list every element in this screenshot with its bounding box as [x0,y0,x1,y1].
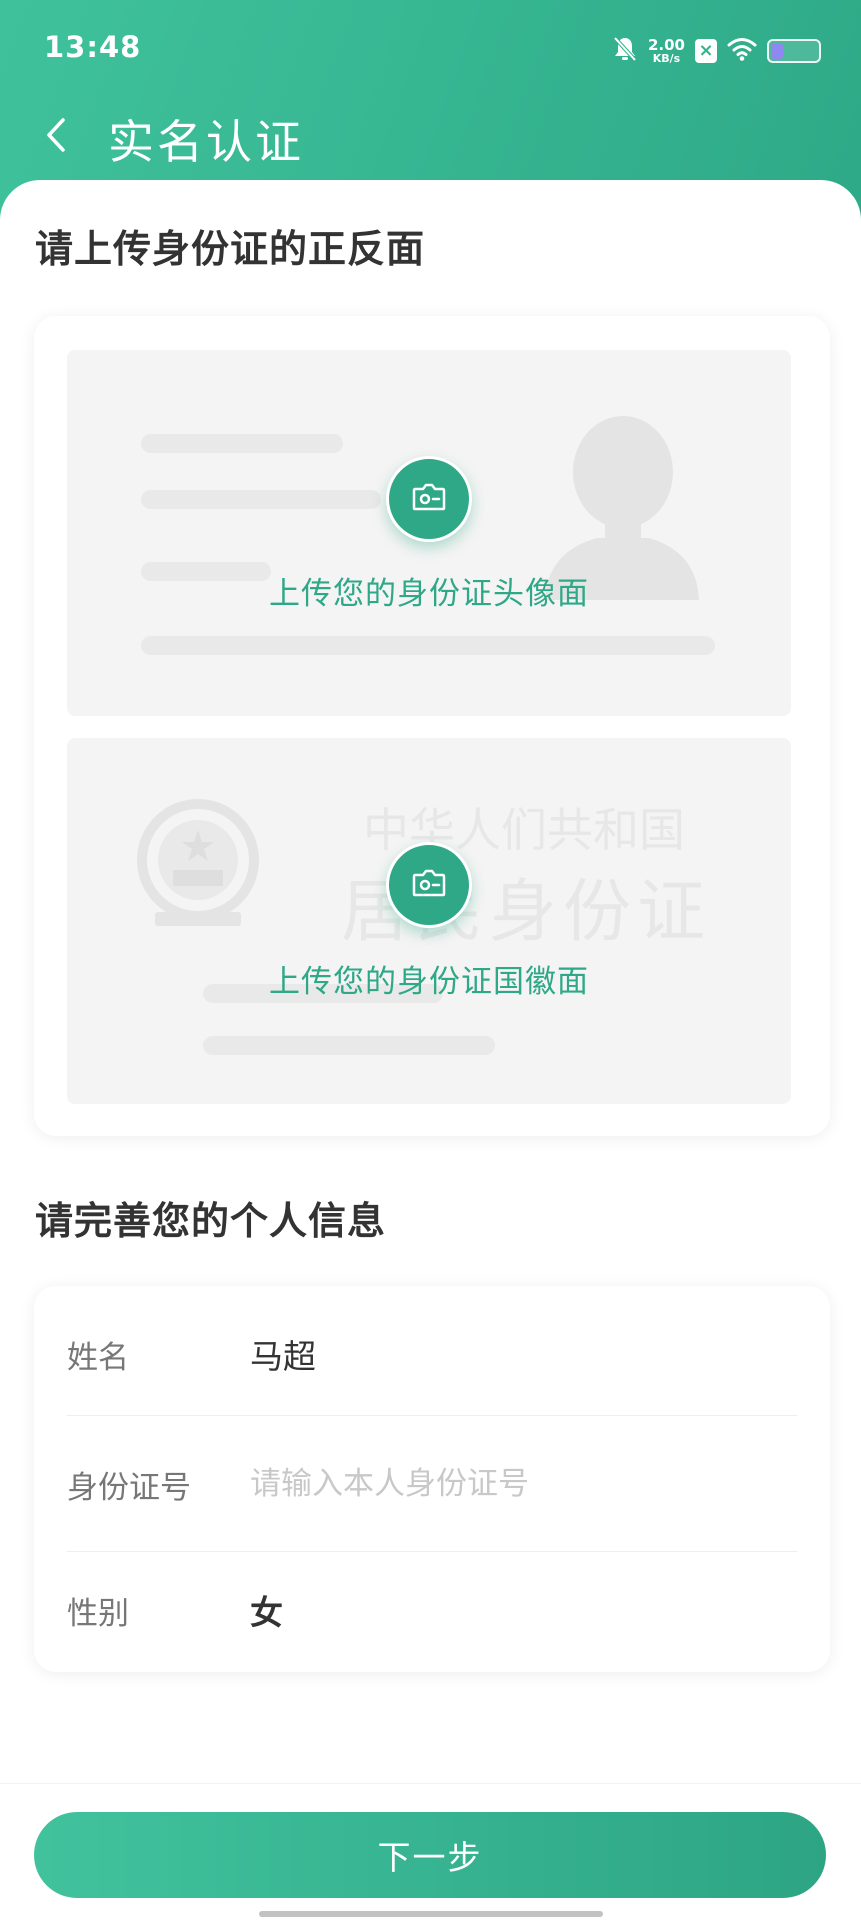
net-speed: 2.00 KB/s [647,36,685,65]
name-row[interactable]: 姓名 马超 [67,1286,797,1422]
camera-icon [412,869,446,901]
gender-row[interactable]: 性别 女 [67,1542,797,1678]
info-card: 姓名 马超 身份证号 性别 女 [34,1286,830,1672]
placeholder-line [141,490,381,509]
gender-value: 女 [250,1593,283,1632]
front-upload-label: 上传您的身份证头像面 [269,576,589,612]
gender-label: 性别 [67,1595,129,1632]
placeholder-line [203,1036,495,1055]
net-speed-value: 2.00 [647,36,685,54]
status-icons: 2.00 KB/s × [612,34,821,68]
status-bar: 13:48 2.00 KB/s × [0,0,861,100]
home-indicator[interactable] [259,1911,603,1917]
upload-section-title: 请上传身份证的正反面 [35,227,426,271]
upload-card: 上传您的身份证头像面 中华人们共和国 居民身份证 上传您的身份证国徽面 [34,316,830,1136]
id-back-upload[interactable]: 中华人们共和国 居民身份证 上传您的身份证国徽面 [67,738,791,1104]
bell-off-icon [612,35,638,67]
name-value: 马超 [250,1337,316,1376]
net-speed-unit: KB/s [652,52,681,65]
info-section-title: 请完善您的个人信息 [35,1199,387,1243]
nav-bar: 实名认证 [0,100,861,180]
battery-icon [767,39,821,63]
back-button[interactable] [36,112,76,162]
bottom-bar: 下一步 [0,1783,861,1920]
battery-level [771,43,783,59]
next-step-button[interactable]: 下一步 [34,1812,826,1898]
content-area: 请上传身份证的正反面 上传您的身份证头像面 中华人们共和国 居民身份证 上传您的… [0,180,861,1920]
placeholder-line [141,434,343,453]
id-front-upload[interactable]: 上传您的身份证头像面 [67,350,791,716]
back-upload-label: 上传您的身份证国徽面 [269,964,589,1000]
back-camera-button[interactable] [386,842,472,928]
status-time: 13:48 [44,30,142,64]
id-number-input[interactable] [250,1456,790,1512]
wifi-icon [727,37,757,65]
id-number-label: 身份证号 [67,1469,191,1506]
front-camera-button[interactable] [386,456,472,542]
page-title: 实名认证 [108,115,304,169]
chevron-left-icon [45,117,67,157]
name-label: 姓名 [67,1339,129,1376]
placeholder-line [141,636,715,655]
national-emblem-icon [133,794,263,938]
sim-x-icon: × [695,39,717,63]
camera-icon [412,483,446,515]
id-number-row: 身份证号 [67,1416,797,1552]
